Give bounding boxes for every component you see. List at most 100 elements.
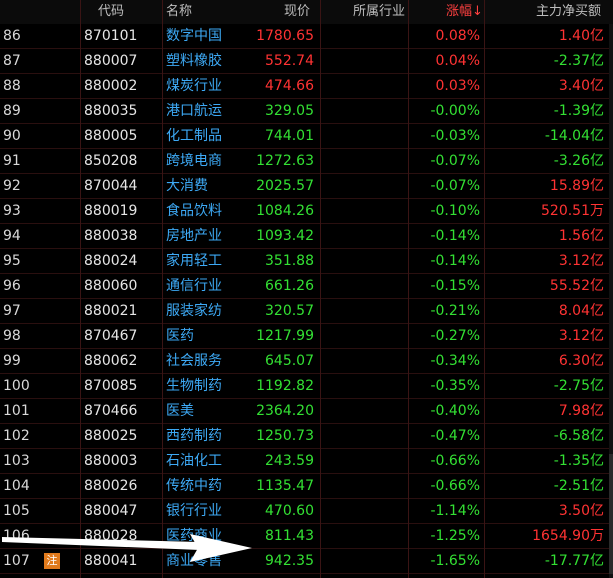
current-price: 645.07 — [265, 353, 314, 369]
sector-code: 880060 — [84, 278, 138, 294]
sector-code: 880038 — [84, 228, 138, 244]
main-net-buy: -1.39亿 — [553, 103, 604, 119]
main-net-buy: 6.30亿 — [558, 353, 604, 369]
table-row[interactable]: 102 880025 西药制药 1250.73 -0.47% -6.58亿 — [0, 424, 613, 449]
sector-code: 880035 — [84, 103, 138, 119]
sector-name-link[interactable]: 大消费 — [166, 174, 246, 198]
table-row[interactable]: 94 880038 房地产业 1093.42 -0.14% 1.56亿 — [0, 224, 613, 249]
sector-name-link[interactable]: 生物制药 — [166, 374, 246, 398]
table-row[interactable]: 99 880062 社会服务 645.07 -0.34% 6.30亿 — [0, 349, 613, 374]
industry-cell — [320, 274, 408, 298]
current-price: 661.26 — [265, 278, 314, 294]
table-row[interactable]: 96 880060 通信行业 661.26 -0.15% 55.52亿 — [0, 274, 613, 299]
sector-name-link[interactable]: 传统中药 — [166, 474, 246, 498]
current-price: 243.59 — [265, 453, 314, 469]
current-price: 1192.82 — [256, 378, 314, 394]
main-net-buy: -3.26亿 — [553, 153, 604, 169]
row-index: 87 — [3, 53, 21, 69]
table-row[interactable]: 107 880041 商业零售 942.35 -1.65% -17.77亿 注 — [0, 549, 613, 574]
sector-name-link[interactable]: 塑料橡胶 — [166, 49, 246, 73]
table-row[interactable]: 93 880019 食品饮料 1084.26 -0.10% 520.51万 — [0, 199, 613, 224]
sector-name-link[interactable]: 服装家纺 — [166, 299, 246, 323]
sector-name-link[interactable]: 煤炭行业 — [166, 74, 246, 98]
header-main-net-buy[interactable]: 主力净买额 — [536, 0, 601, 24]
vertical-scrollbar[interactable] — [609, 24, 613, 578]
table-row[interactable]: 92 870044 大消费 2025.57 -0.07% 15.89亿 — [0, 174, 613, 199]
industry-cell — [320, 199, 408, 223]
table-row[interactable]: 88 880002 煤炭行业 474.66 0.03% 3.40亿 — [0, 74, 613, 99]
sector-name-link[interactable]: 医美 — [166, 399, 246, 423]
main-net-buy: 3.12亿 — [558, 253, 604, 269]
industry-cell — [320, 399, 408, 423]
sector-code: 880002 — [84, 78, 138, 94]
main-net-buy: 15.89亿 — [549, 178, 604, 194]
table-row[interactable]: 103 880003 石油化工 243.59 -0.66% -1.35亿 — [0, 449, 613, 474]
column-divider — [484, 0, 485, 578]
table-row[interactable]: 89 880035 港口航运 329.05 -0.00% -1.39亿 — [0, 99, 613, 124]
sector-name-link[interactable]: 医药商业 — [166, 524, 246, 548]
row-index: 96 — [3, 278, 21, 294]
industry-cell — [320, 24, 408, 48]
table-row[interactable]: 95 880024 家用轻工 351.88 -0.14% 3.12亿 — [0, 249, 613, 274]
main-net-buy: 3.50亿 — [558, 503, 604, 519]
change-percent: -0.03% — [430, 128, 480, 144]
sector-name-link[interactable]: 港口航运 — [166, 99, 246, 123]
industry-cell — [320, 149, 408, 173]
row-index: 93 — [3, 203, 21, 219]
sector-name-link[interactable]: 西药制药 — [166, 424, 246, 448]
sector-name-link[interactable]: 商业零售 — [166, 549, 246, 573]
sector-code: 880062 — [84, 353, 138, 369]
scrollbar-thumb[interactable] — [609, 454, 613, 574]
row-index: 86 — [3, 28, 21, 44]
industry-cell — [320, 174, 408, 198]
change-percent: -0.14% — [430, 253, 480, 269]
industry-cell — [320, 324, 408, 348]
table-row[interactable]: 86 870101 数字中国 1780.65 0.08% 1.40亿 — [0, 24, 613, 49]
table-row[interactable]: 104 880026 传统中药 1135.47 -0.66% -2.51亿 — [0, 474, 613, 499]
current-price: 1780.65 — [256, 28, 314, 44]
sector-code: 880005 — [84, 128, 138, 144]
sector-code: 880041 — [84, 553, 138, 569]
table-row[interactable]: 100 870085 生物制药 1192.82 -0.35% -2.75亿 — [0, 374, 613, 399]
table-row[interactable]: 97 880021 服装家纺 320.57 -0.21% 8.04亿 — [0, 299, 613, 324]
sector-name-link[interactable]: 石油化工 — [166, 449, 246, 473]
sector-name-link[interactable]: 通信行业 — [166, 274, 246, 298]
change-percent: -0.07% — [430, 178, 480, 194]
main-net-buy: 1654.90万 — [532, 528, 604, 544]
header-change-sorted[interactable]: 涨幅↓ — [446, 0, 483, 24]
table-row[interactable]: 105 880047 银行行业 470.60 -1.14% 3.50亿 — [0, 499, 613, 524]
sector-name-link[interactable]: 房地产业 — [166, 224, 246, 248]
header-industry[interactable]: 所属行业 — [353, 0, 405, 24]
current-price: 811.43 — [265, 528, 314, 544]
current-price: 320.57 — [265, 303, 314, 319]
sector-name-link[interactable]: 跨境电商 — [166, 149, 246, 173]
row-index: 103 — [3, 453, 30, 469]
row-index: 101 — [3, 403, 30, 419]
current-price: 474.66 — [265, 78, 314, 94]
current-price: 942.35 — [265, 553, 314, 569]
table-row[interactable]: 106 880028 医药商业 811.43 -1.25% 1654.90万 — [0, 524, 613, 549]
table-row[interactable]: 90 880005 化工制品 744.01 -0.03% -14.04亿 — [0, 124, 613, 149]
sector-name-link[interactable]: 医药 — [166, 324, 246, 348]
sector-name-link[interactable]: 社会服务 — [166, 349, 246, 373]
sector-name-link[interactable]: 银行行业 — [166, 499, 246, 523]
table-row[interactable]: 87 880007 塑料橡胶 552.74 0.04% -2.37亿 — [0, 49, 613, 74]
table-row[interactable]: 91 850208 跨境电商 1272.63 -0.07% -3.26亿 — [0, 149, 613, 174]
sector-name-link[interactable]: 食品饮料 — [166, 199, 246, 223]
header-name[interactable]: 名称 — [166, 0, 192, 24]
row-index: 88 — [3, 78, 21, 94]
header-code[interactable]: 代码 — [98, 0, 124, 24]
sector-name-link[interactable]: 家用轻工 — [166, 249, 246, 273]
sector-code: 880024 — [84, 253, 138, 269]
sector-name-link[interactable]: 数字中国 — [166, 24, 246, 48]
header-price[interactable]: 现价 — [284, 0, 310, 24]
column-divider — [320, 0, 321, 578]
current-price: 2364.20 — [256, 403, 314, 419]
note-badge-icon[interactable]: 注 — [44, 553, 60, 569]
change-percent: -1.25% — [430, 528, 480, 544]
sector-name-link[interactable]: 化工制品 — [166, 124, 246, 148]
main-net-buy: 1.56亿 — [558, 228, 604, 244]
table-row[interactable]: 98 870467 医药 1217.99 -0.27% 3.12亿 — [0, 324, 613, 349]
main-net-buy: -2.75亿 — [553, 378, 604, 394]
table-row[interactable]: 101 870466 医美 2364.20 -0.40% 7.98亿 — [0, 399, 613, 424]
